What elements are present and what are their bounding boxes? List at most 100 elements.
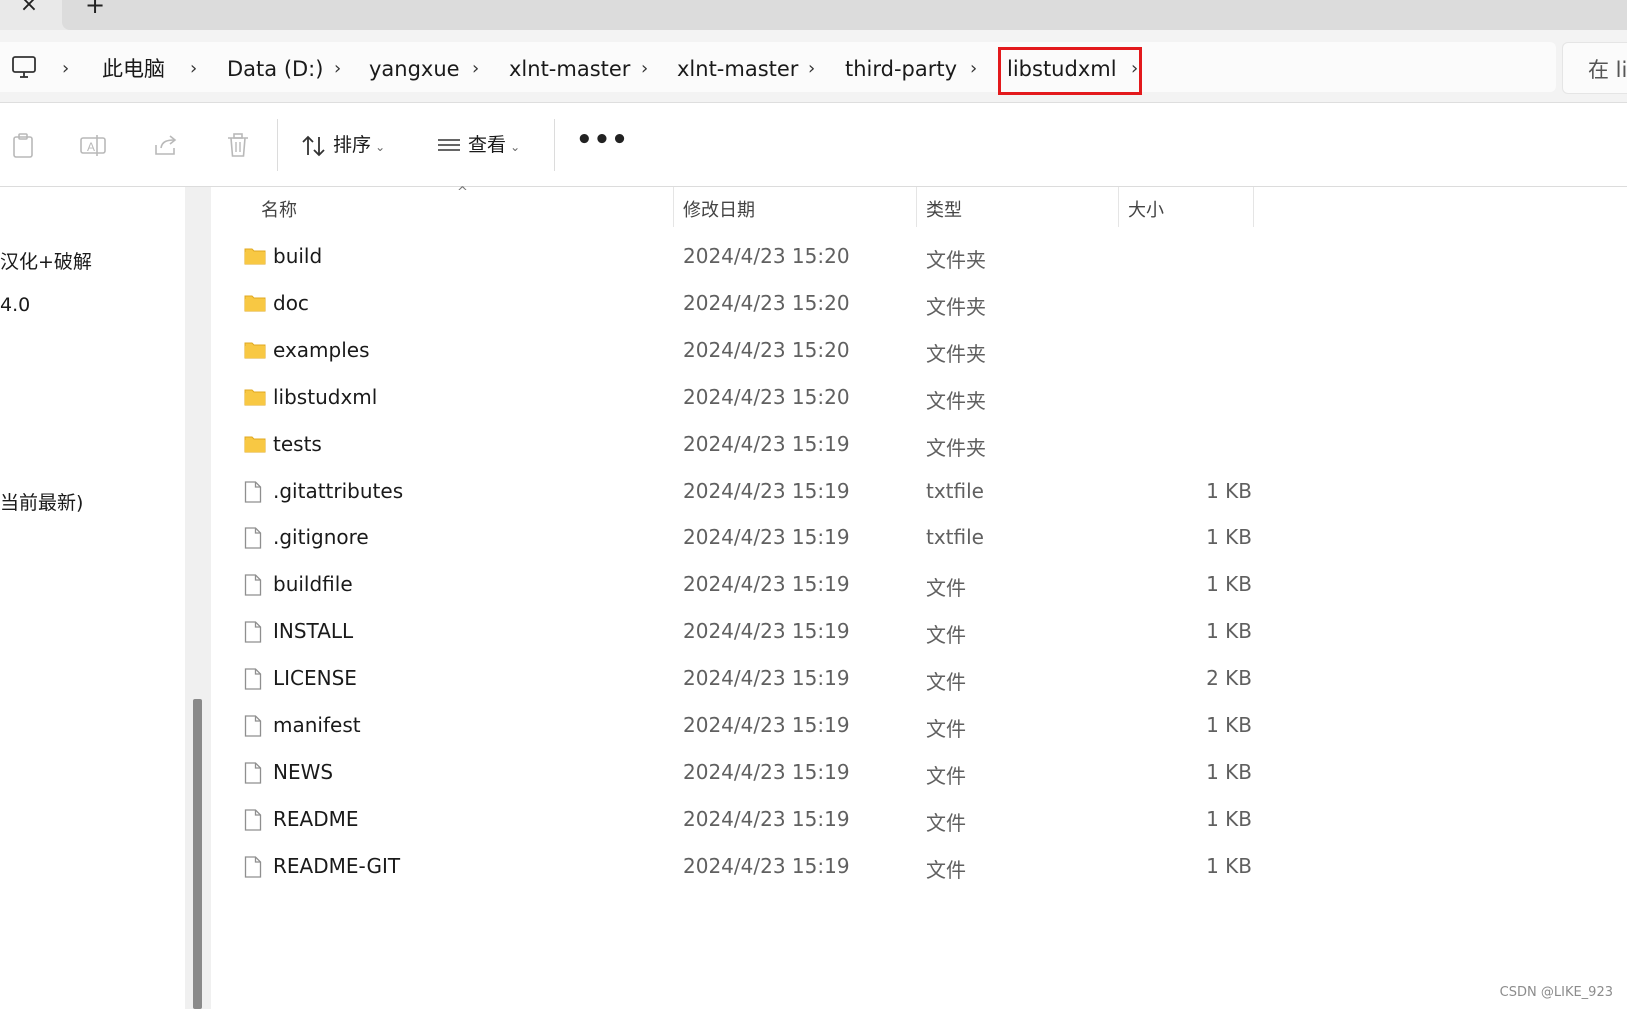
chevron-down-icon: ⌄ <box>510 140 521 154</box>
file-name: manifest <box>273 713 361 737</box>
breadcrumb-this-pc[interactable]: 此电脑 <box>102 54 165 84</box>
breadcrumb-separator[interactable]: › <box>970 54 977 84</box>
column-divider[interactable] <box>916 187 917 227</box>
close-tab-icon[interactable]: × <box>16 0 42 20</box>
file-size: 2 KB <box>1206 666 1252 691</box>
file-name: doc <box>273 290 309 315</box>
file-name: NEWS <box>273 759 334 784</box>
column-divider[interactable] <box>1118 187 1119 227</box>
file-name: .gitattributes <box>273 478 404 503</box>
file-type: 文件夹 <box>926 341 986 366</box>
share-icon[interactable] <box>152 131 180 159</box>
file-type: 文件 <box>926 670 966 695</box>
file-icon <box>244 480 262 507</box>
file-row[interactable]: doc 2024/4/23 15:20 文件夹 <box>212 281 1252 327</box>
breadcrumb-third-party[interactable]: third-party <box>845 54 957 84</box>
file-type: 文件 <box>926 717 966 741</box>
svg-text:A: A <box>87 140 95 154</box>
file-name: examples <box>273 337 370 362</box>
file-name: libstudxml <box>273 384 378 409</box>
file-name: tests <box>273 431 322 456</box>
sort-button[interactable]: 排序 ⌄ <box>301 127 385 163</box>
toolbar-divider <box>554 119 555 171</box>
file-row[interactable]: NEWS 2024/4/23 15:19 文件 1 KB <box>212 750 1252 796</box>
file-row[interactable]: README 2024/4/23 15:19 文件 1 KB <box>212 797 1252 843</box>
rename-icon[interactable]: A <box>79 131 107 159</box>
file-row[interactable]: INSTALL 2024/4/23 15:19 文件 1 KB <box>212 609 1252 655</box>
column-header-date[interactable]: 修改日期 <box>683 196 755 222</box>
breadcrumb-separator[interactable]: › <box>62 54 69 84</box>
tab-area <box>62 0 1627 30</box>
file-row[interactable]: tests 2024/4/23 15:19 文件夹 <box>212 422 1252 468</box>
breadcrumb-xlnt-master-1[interactable]: xlnt-master <box>509 54 630 84</box>
file-icon <box>244 762 262 788</box>
file-row[interactable]: buildfile 2024/4/23 15:19 文件 1 KB <box>212 562 1252 608</box>
file-size: 1 KB <box>1206 525 1252 550</box>
file-type: 文件夹 <box>926 248 986 272</box>
tab-strip: × + <box>0 0 1627 30</box>
file-icon <box>244 621 262 647</box>
file-name: LICENSE <box>273 666 357 691</box>
file-date: 2024/4/23 15:20 <box>683 290 850 315</box>
file-date: 2024/4/23 15:19 <box>683 619 850 644</box>
file-row[interactable]: manifest 2024/4/23 15:19 文件 1 KB <box>212 703 1252 749</box>
breadcrumb-separator[interactable]: › <box>334 54 341 84</box>
file-size: 1 KB <box>1206 853 1252 878</box>
file-icon <box>244 856 262 882</box>
column-divider[interactable] <box>673 187 674 227</box>
view-label: 查看 <box>468 134 507 156</box>
search-placeholder[interactable]: 在 li <box>1588 54 1627 84</box>
navigation-pane: 汉化+破解 4.0 当前最新) <box>0 187 185 1009</box>
watermark: CSDN @LIKE_923 <box>1499 985 1613 1000</box>
column-divider[interactable] <box>1253 187 1254 227</box>
file-icon <box>244 809 262 835</box>
delete-icon[interactable] <box>224 131 252 159</box>
file-size: 1 KB <box>1206 572 1252 597</box>
file-type: 文件夹 <box>926 388 986 413</box>
file-type: 文件 <box>926 857 966 882</box>
file-type: txtfile <box>926 478 984 503</box>
column-header-type[interactable]: 类型 <box>926 196 962 222</box>
breadcrumb-yangxue[interactable]: yangxue <box>369 54 460 84</box>
file-size: 1 KB <box>1206 759 1252 784</box>
paste-icon[interactable] <box>9 131 37 159</box>
file-type: 文件 <box>926 623 966 648</box>
breadcrumb-separator[interactable]: › <box>641 54 648 84</box>
column-header-size[interactable]: 大小 <box>1128 196 1164 222</box>
more-options-button[interactable]: ••• <box>576 127 628 159</box>
file-date: 2024/4/23 15:19 <box>683 478 850 503</box>
file-row[interactable]: LICENSE 2024/4/23 15:19 文件 2 KB <box>212 656 1252 702</box>
file-icon <box>244 668 262 694</box>
folder-icon <box>244 246 266 270</box>
breadcrumb-xlnt-master-2[interactable]: xlnt-master <box>677 54 798 84</box>
breadcrumb-separator[interactable]: › <box>808 54 815 84</box>
file-size: 1 KB <box>1206 806 1252 831</box>
view-list-icon <box>438 138 460 151</box>
breadcrumb-separator[interactable]: › <box>472 54 479 84</box>
breadcrumb-separator[interactable]: › <box>190 54 197 84</box>
view-button[interactable]: 查看 ⌄ <box>436 127 520 163</box>
nav-item-version[interactable]: 4.0 <box>0 294 30 316</box>
nav-item-latest[interactable]: 当前最新) <box>0 488 83 515</box>
file-date: 2024/4/23 15:20 <box>683 337 850 362</box>
breadcrumb-data-d[interactable]: Data (D:) <box>227 54 323 84</box>
nav-scrollbar-thumb[interactable] <box>193 699 202 1009</box>
this-pc-icon[interactable] <box>12 55 36 81</box>
file-type: 文件夹 <box>926 435 986 460</box>
file-icon <box>244 527 262 553</box>
file-row[interactable]: README-GIT 2024/4/23 15:19 文件 1 KB <box>212 844 1252 890</box>
file-row[interactable]: build 2024/4/23 15:20 文件夹 <box>212 234 1252 280</box>
file-date: 2024/4/23 15:19 <box>683 759 850 784</box>
file-row[interactable]: .gitattributes 2024/4/23 15:19 txtfile 1 KB <box>212 469 1252 515</box>
file-row[interactable]: examples 2024/4/23 15:20 文件夹 <box>212 328 1252 374</box>
file-row[interactable]: .gitignore 2024/4/23 15:19 txtfile 1 KB <box>212 515 1252 561</box>
file-date: 2024/4/23 15:20 <box>683 244 850 268</box>
new-tab-icon[interactable]: + <box>82 0 108 20</box>
file-type: 文件 <box>926 763 966 788</box>
file-row[interactable]: libstudxml 2024/4/23 15:20 文件夹 <box>212 375 1252 421</box>
file-name: INSTALL <box>273 619 354 644</box>
file-name: README <box>273 806 359 831</box>
nav-item-hanhua[interactable]: 汉化+破解 <box>0 247 92 274</box>
file-size: 1 KB <box>1206 713 1252 737</box>
column-header-name[interactable]: 名称 <box>261 196 297 222</box>
